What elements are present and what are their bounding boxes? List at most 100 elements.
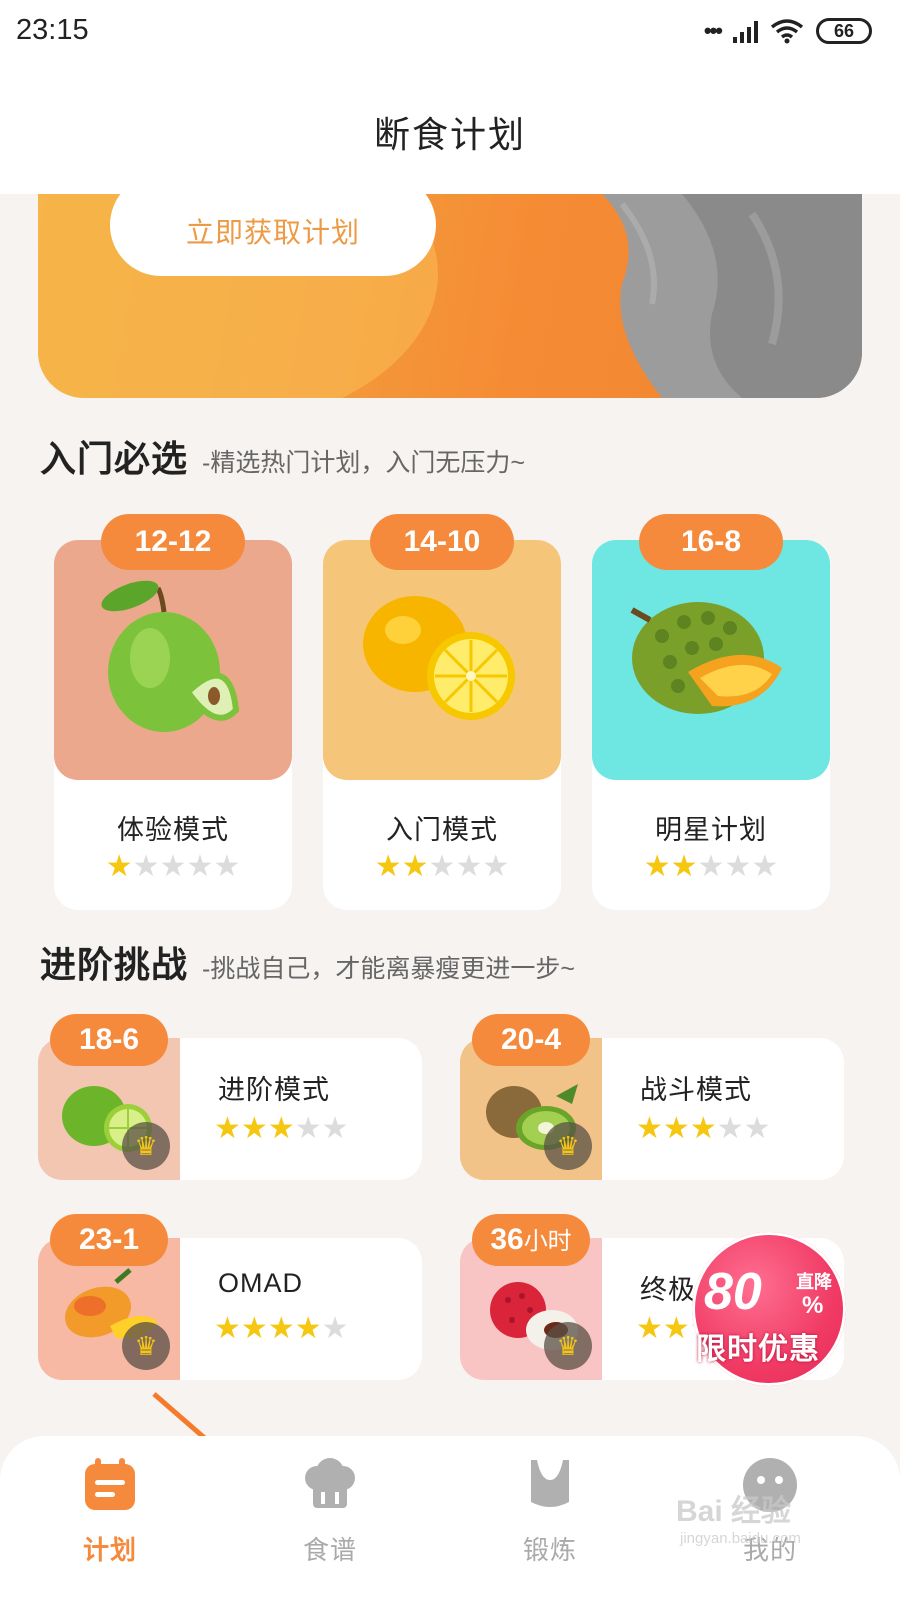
star-empty-icon: ★ bbox=[321, 1312, 349, 1345]
crown-icon: ♛ bbox=[122, 1122, 170, 1170]
section-heading: 进阶挑战 bbox=[40, 944, 189, 985]
star-empty-icon: ★ bbox=[428, 850, 456, 883]
get-plan-button[interactable]: 立即获取计划 bbox=[110, 194, 436, 276]
card-image bbox=[323, 540, 561, 780]
beginner-section-title: 入门必选 -精选热门计划，入门无压力~ bbox=[40, 430, 525, 482]
baidu-watermark: Bai 经验 bbox=[676, 1495, 792, 1528]
green-apple-icon bbox=[101, 580, 240, 732]
star-filled-icon: ★ bbox=[267, 1112, 295, 1145]
star-empty-icon: ★ bbox=[186, 850, 214, 883]
star-filled-icon: ★ bbox=[214, 1312, 241, 1345]
plan-name: 进阶模式 bbox=[218, 1075, 330, 1105]
plan-name: 终极 bbox=[640, 1275, 696, 1305]
discount-sticker[interactable]: 80 直降 % 限时优惠 bbox=[692, 1232, 846, 1386]
star-empty-icon: ★ bbox=[159, 850, 187, 883]
lemon-icon bbox=[363, 596, 515, 720]
star-empty-icon: ★ bbox=[743, 1112, 771, 1145]
plan-name: 入门模式 bbox=[386, 815, 498, 845]
battery-icon: 66 bbox=[816, 18, 872, 44]
plan-card-23-1[interactable]: 23-1 ♛ OMAD ★★★★★ bbox=[38, 1214, 422, 1380]
star-filled-icon: ★ bbox=[105, 850, 133, 883]
star-filled-icon: ★ bbox=[689, 1112, 717, 1145]
promo-banner[interactable]: 立即获取计划 bbox=[38, 194, 862, 398]
discount-tag: 直降 bbox=[796, 1272, 832, 1292]
difficulty-stars: ★★★★★ bbox=[214, 1114, 349, 1144]
crown-icon: ♛ bbox=[544, 1322, 592, 1370]
fasting-ratio-badge: 20-4 bbox=[472, 1014, 590, 1066]
plan-card-18-6[interactable]: 18-6 ♛ 进阶模式 ★★★★★ bbox=[38, 1014, 422, 1180]
star-empty-icon: ★ bbox=[321, 1112, 349, 1145]
crown-icon: ♛ bbox=[122, 1322, 170, 1370]
app-header: 断食计划 bbox=[0, 62, 900, 194]
star-empty-icon: ★ bbox=[751, 850, 779, 883]
section-heading: 入门必选 bbox=[40, 438, 189, 479]
star-filled-icon: ★ bbox=[401, 850, 429, 883]
cell-signal-icon bbox=[733, 19, 758, 43]
star-filled-icon: ★ bbox=[636, 1112, 663, 1145]
fasting-ratio-badge: 16-8 bbox=[639, 514, 783, 570]
fasting-ratio-badge: 12-12 bbox=[101, 514, 245, 570]
star-filled-icon: ★ bbox=[240, 1112, 268, 1145]
more-dots-icon: ••• bbox=[703, 18, 723, 43]
difficulty-stars: ★★★★★ bbox=[54, 852, 292, 882]
star-filled-icon: ★ bbox=[267, 1312, 295, 1345]
tab-plan[interactable]: 计划 bbox=[40, 1456, 180, 1567]
calendar-icon bbox=[81, 1456, 139, 1514]
plan-card-12-12[interactable]: 12-12 体验模式 ★★★★★ bbox=[54, 514, 292, 910]
page-title: 断食计划 bbox=[373, 114, 526, 155]
star-filled-icon: ★ bbox=[662, 1112, 690, 1145]
tab-label: 食谱 bbox=[302, 1535, 357, 1565]
difficulty-stars: ★★★★★ bbox=[214, 1314, 349, 1344]
tab-label: 计划 bbox=[82, 1535, 137, 1565]
star-filled-icon: ★ bbox=[294, 1312, 322, 1345]
fasting-ratio-badge: 14-10 bbox=[370, 514, 514, 570]
fasting-duration-badge: 36小时 bbox=[472, 1214, 590, 1266]
star-empty-icon: ★ bbox=[294, 1112, 322, 1145]
star-filled-icon: ★ bbox=[374, 850, 402, 883]
watermark-url: jingyan.baidu.com bbox=[680, 1530, 801, 1547]
fasting-ratio-badge: 18-6 bbox=[50, 1014, 168, 1066]
star-empty-icon: ★ bbox=[132, 850, 160, 883]
difficulty-stars: ★★★★★ bbox=[592, 852, 830, 882]
card-image bbox=[54, 540, 292, 780]
star-filled-icon: ★ bbox=[670, 850, 698, 883]
section-subtitle: -挑战自己，才能离暴瘦更进一步~ bbox=[202, 955, 575, 983]
tab-workout[interactable]: 锻炼 bbox=[480, 1456, 620, 1567]
discount-amount: 80 bbox=[704, 1263, 762, 1321]
star-empty-icon: ★ bbox=[482, 850, 510, 883]
tab-recipes[interactable]: 食谱 bbox=[260, 1456, 400, 1567]
plan-name: OMAD bbox=[218, 1268, 303, 1298]
model-legs-image bbox=[602, 194, 862, 398]
star-filled-icon: ★ bbox=[643, 850, 671, 883]
badge-hours: 36 bbox=[490, 1223, 524, 1256]
plan-card-20-4[interactable]: 20-4 ♛ 战斗模式 ★★★★★ bbox=[460, 1014, 844, 1180]
star-filled-icon: ★ bbox=[214, 1112, 241, 1145]
chef-hat-icon bbox=[301, 1456, 359, 1514]
plan-name: 明星计划 bbox=[655, 815, 767, 845]
star-empty-icon: ★ bbox=[455, 850, 483, 883]
wifi-icon bbox=[770, 19, 804, 44]
star-empty-icon: ★ bbox=[724, 850, 752, 883]
difficulty-stars: ★★★★★ bbox=[323, 852, 561, 882]
star-empty-icon: ★ bbox=[716, 1112, 744, 1145]
status-icons: ••• 66 bbox=[704, 16, 872, 46]
advanced-section-title: 进阶挑战 -挑战自己，才能离暴瘦更进一步~ bbox=[40, 936, 575, 988]
fasting-ratio-badge: 23-1 bbox=[50, 1214, 168, 1266]
status-bar: 23:15 ••• 66 bbox=[0, 0, 900, 62]
difficulty-stars: ★★★★★ bbox=[636, 1114, 771, 1144]
discount-unit: % bbox=[802, 1292, 824, 1319]
star-empty-icon: ★ bbox=[697, 850, 725, 883]
section-subtitle: -精选热门计划，入门无压力~ bbox=[202, 449, 525, 477]
crown-icon: ♛ bbox=[544, 1122, 592, 1170]
sports-bra-icon bbox=[521, 1456, 579, 1514]
card-image bbox=[592, 540, 830, 780]
tab-label: 锻炼 bbox=[522, 1535, 577, 1565]
plan-card-14-10[interactable]: 14-10 入门模式 ★★★★★ bbox=[323, 514, 561, 910]
status-time: 23:15 bbox=[16, 14, 89, 46]
plan-name: 战斗模式 bbox=[640, 1075, 752, 1105]
star-filled-icon: ★ bbox=[240, 1312, 268, 1345]
plan-card-16-8[interactable]: 16-8 明星计划 ★★★★★ bbox=[592, 514, 830, 910]
star-empty-icon: ★ bbox=[213, 850, 241, 883]
star-filled-icon: ★ bbox=[662, 1312, 690, 1345]
plan-name: 体验模式 bbox=[117, 815, 229, 845]
